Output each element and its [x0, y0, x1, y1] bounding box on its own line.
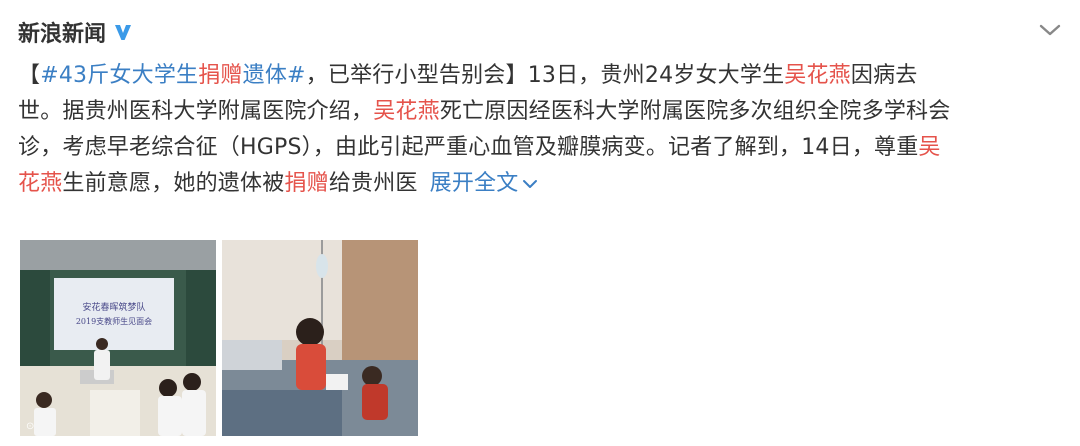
hospital-photo[interactable]	[222, 240, 418, 436]
body-text: 诊，考虑早老综合征（HGPS），由此引起严重心血管及瓣膜病变。记者了解到，14日…	[18, 135, 919, 160]
body-text: 给贵州医	[328, 171, 418, 196]
hashtag-highlight: 捐赠	[198, 63, 243, 88]
username[interactable]: 新浪新闻	[18, 16, 106, 48]
chevron-down-icon[interactable]	[1038, 22, 1062, 42]
text-line-4: 花燕生前意愿，她的遗体被捐赠给贵州医 展开全文	[18, 166, 1066, 202]
name-keyword[interactable]: 吴	[918, 135, 940, 160]
text-line-1: 【#43斤女大学生捐赠遗体#，已举行小型告别会】13日，贵州24岁女大学生吴花燕…	[18, 58, 1066, 94]
body-text: ，已举行小型告别会】13日，贵州24岁女大学生	[305, 63, 785, 88]
hashtag-part-1: #43斤女大学生	[40, 63, 199, 88]
body-text: 死亡原因经医科大学附属医院多次组织全院多学科会	[439, 99, 951, 124]
hashtag-link[interactable]: #43斤女大学生捐赠遗体#	[40, 63, 305, 88]
body-text: 因病去	[850, 63, 918, 88]
chevron-down-icon	[522, 166, 538, 202]
name-keyword[interactable]: 吴花燕	[784, 63, 851, 88]
slide-title: 安花春晖筑梦队	[82, 301, 145, 313]
text-line-2: 世。据贵州医科大学附属医院介绍，吴花燕死亡原因经医科大学附属医院多次组织全院多学…	[18, 94, 1066, 130]
name-keyword[interactable]: 吴花燕	[373, 99, 440, 124]
weibo-watermark-icon: ⊙	[26, 421, 35, 432]
photo-grid: 安花春晖筑梦队 2019支教师生见面会 ⊙	[20, 240, 418, 436]
post-header: 新浪新闻	[18, 14, 134, 50]
verified-v-icon	[112, 21, 134, 43]
post-text: 【#43斤女大学生捐赠遗体#，已举行小型告别会】13日，贵州24岁女大学生吴花燕…	[18, 58, 1066, 202]
expand-label: 展开全文	[429, 171, 519, 196]
slide-subtitle: 2019支教师生见面会	[76, 316, 152, 326]
classroom-photo[interactable]: 安花春晖筑梦队 2019支教师生见面会 ⊙	[20, 240, 216, 436]
donate-keyword[interactable]: 捐赠	[284, 171, 328, 196]
hashtag-part-2: 遗体#	[242, 63, 306, 88]
bracket-open: 【	[18, 63, 41, 88]
name-keyword[interactable]: 花燕	[18, 171, 62, 196]
text-line-3: 诊，考虑早老综合征（HGPS），由此引起严重心血管及瓣膜病变。记者了解到，14日…	[18, 130, 1066, 166]
body-text: 生前意愿，她的遗体被	[62, 171, 285, 196]
expand-full-text-link[interactable]: 展开全文	[430, 166, 539, 202]
body-text: 世。据贵州医科大学附属医院介绍，	[18, 99, 374, 124]
